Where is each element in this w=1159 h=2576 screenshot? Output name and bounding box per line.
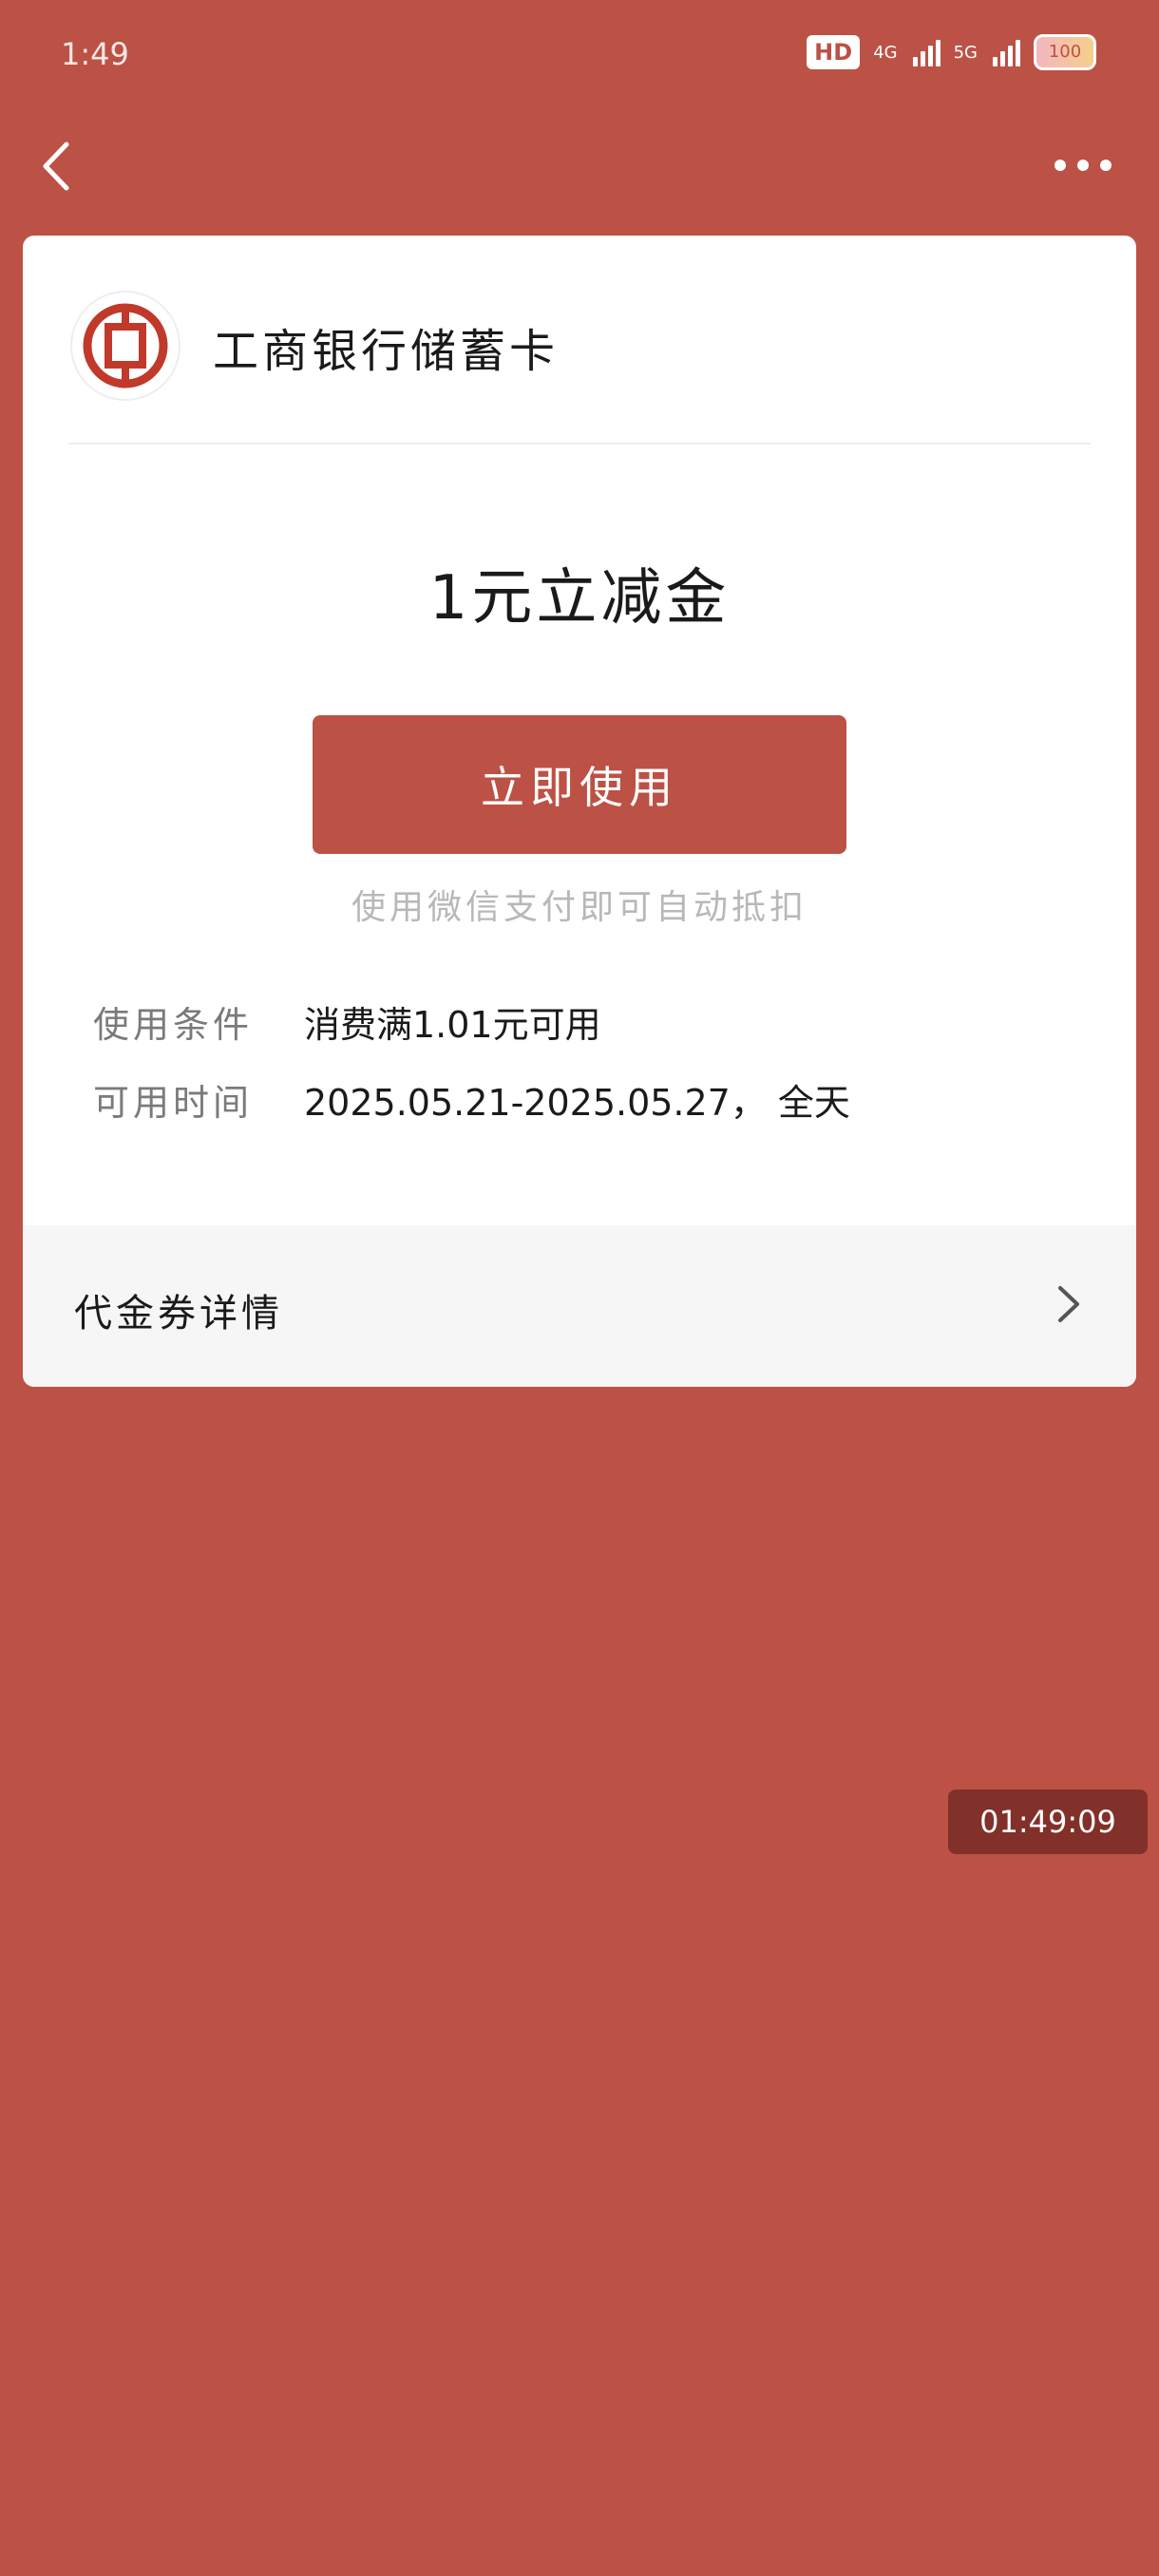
use-hint: 使用微信支付即可自动抵扣 [351,888,808,927]
chevron-left-icon [43,142,69,191]
conditions-row: 使用条件 消费满1.01元可用 [93,995,601,1048]
divider [68,443,1091,445]
validity-value: 2025.05.21-2025.05.27， 全天 [304,1082,850,1124]
status-bar: 1:49 HD 4G 5G 100 [0,0,1159,104]
coupon-details-row[interactable]: 代金券详情 [23,1225,1136,1387]
bank-logo [70,291,180,401]
timestamp-overlay: 01:49:09 [948,1790,1148,1854]
validity-label: 可用时间 [93,1082,254,1124]
coupon-details-label: 代金券详情 [74,1292,283,1335]
bank-name: 工商银行储蓄卡 [213,325,560,378]
coupon-title: 1元立减金 [428,563,731,634]
validity-row: 可用时间 2025.05.21-2025.05.27， 全天 [93,1073,850,1126]
network-label-5g: 5G [953,42,978,63]
signal-icon [993,38,1020,66]
use-now-button[interactable]: 立即使用 [313,715,846,854]
conditions-label: 使用条件 [93,1004,254,1046]
signal-icon [912,38,940,66]
battery-icon: 100 [1034,34,1096,70]
status-time: 1:49 [61,36,129,72]
more-dots-icon [1054,160,1112,171]
chevron-right-icon [1058,1286,1079,1322]
coupon-card: 工商银行储蓄卡 1元立减金 立即使用 使用微信支付即可自动抵扣 使用条件 消费满… [23,236,1136,1387]
back-button[interactable] [36,133,84,199]
hd-badge: HD [807,35,861,69]
conditions-value: 消费满1.01元可用 [304,1004,601,1046]
status-icons: HD 4G 5G 100 [807,34,1096,70]
network-label-4g: 4G [873,42,898,63]
more-button[interactable] [1049,150,1117,180]
icbc-logo-icon [83,303,168,388]
